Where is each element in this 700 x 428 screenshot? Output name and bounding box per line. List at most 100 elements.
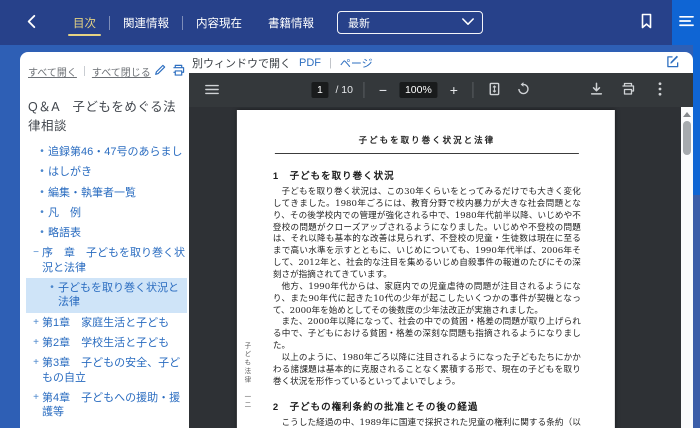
bullet-icon: •	[36, 186, 48, 199]
bullet-icon: •	[46, 281, 58, 294]
toolbar-separator	[363, 82, 364, 98]
paragraph: 他方、1990年代からは、家庭内での児童虐待の問題が注目されるようになり、また9…	[273, 282, 581, 318]
toc-section-intro-chapter[interactable]: − 序 章 子どもを取り巻く状況と法律	[26, 243, 187, 278]
hamburger-icon	[679, 15, 694, 30]
content-panel: すべて開く すべて閉じる Q＆A 子どもをめぐる法律相談 • 追録第46・47号…	[20, 52, 693, 428]
fit-page-icon	[489, 82, 501, 99]
page-total-label: / 10	[335, 84, 353, 96]
print-button[interactable]	[169, 63, 187, 79]
open-new-window-link[interactable]: 別ウィンドウで開く	[192, 55, 291, 71]
edition-dropdown[interactable]: 最新	[337, 11, 483, 34]
download-button[interactable]	[585, 79, 607, 101]
page-number-input[interactable]: 1	[311, 82, 328, 98]
zoom-in-button[interactable]: +	[445, 79, 463, 101]
toc-item-supplement[interactable]: • 追録第46・47号のあらまし	[26, 142, 187, 162]
pdf-link[interactable]: PDF	[299, 57, 321, 69]
tab-current-content[interactable]: 内容現在	[183, 0, 255, 45]
toc-item-conventions[interactable]: • 凡 例	[26, 203, 187, 223]
zoom-level-display[interactable]: 100%	[399, 82, 438, 98]
page-scrollbar[interactable]	[693, 45, 700, 428]
toc-item-preface[interactable]: • はしがき	[26, 162, 187, 182]
pdf-scrollbar[interactable]	[681, 107, 693, 428]
toc-item-label: 序 章 子どもを取り巻く状況と法律	[42, 246, 187, 275]
page-margin-label: 子ども法律 一二	[242, 342, 252, 410]
toc-item-label: 第2章 学校生活と子ども	[42, 336, 187, 350]
running-head: 子どもを取り巻く状況と法律	[273, 134, 581, 146]
link-separator: |	[329, 57, 332, 69]
pdf-canvas: 子ども法律 一二 子どもを取り巻く状況と法律 1 子どもを取り巻く状況 子どもを…	[189, 107, 693, 428]
bullet-icon: •	[36, 145, 48, 158]
page-scrollbar-thumb[interactable]	[693, 45, 700, 195]
back-button[interactable]	[16, 8, 46, 38]
expand-plus-icon[interactable]: +	[30, 316, 42, 329]
paragraph: こうした経過の中、1989年に国連で採択された児童の権利に関する条約（以下、「子…	[273, 418, 581, 428]
bullet-icon: •	[36, 206, 48, 219]
toc-item-label: 第1章 家庭生活と子ども	[42, 316, 187, 330]
tab-label: 目次	[73, 15, 96, 31]
expand-plus-icon[interactable]: +	[30, 336, 42, 349]
document-content: 子どもを取り巻く状況と法律 1 子どもを取り巻く状況 子どもを取り巻く状況は、こ…	[237, 110, 615, 428]
toc-section-chapter2[interactable]: + 第2章 学校生活と子ども	[26, 333, 187, 353]
edit-note-button[interactable]	[663, 54, 683, 72]
toc-item-editors[interactable]: • 編集・執筆者一覧	[26, 183, 187, 203]
bullet-icon: •	[36, 165, 48, 178]
page-link[interactable]: ページ	[340, 55, 373, 71]
expand-plus-icon[interactable]: +	[30, 391, 42, 404]
toc-sidebar: すべて開く すべて閉じる Q＆A 子どもをめぐる法律相談 • 追録第46・47号…	[20, 52, 189, 428]
fit-page-button[interactable]	[484, 79, 506, 101]
control-separator	[84, 66, 85, 76]
scroll-up-arrow[interactable]	[681, 109, 693, 119]
top-tabs: 目次 関連情報 内容現在 書籍情報	[60, 0, 327, 45]
kebab-menu-icon	[658, 82, 662, 99]
edit-button[interactable]	[151, 63, 169, 79]
paragraph: また、2000年以降になって、社会の中での貧困・格差の問題が取り上げられる中で、…	[273, 317, 581, 353]
rotate-ccw-icon	[517, 82, 531, 99]
chevron-left-icon	[25, 14, 38, 32]
hamburger-icon	[205, 83, 219, 98]
toc-item-label: 第4章 子どもへの援助・援護等	[42, 391, 187, 420]
tab-label: 内容現在	[196, 15, 242, 31]
paragraph: 以上のように、1980年ごろ以降に注目されるようになった子どもたちにかかわる諸課…	[273, 353, 581, 389]
bullet-icon: •	[36, 226, 48, 239]
pdf-viewer: 1 / 10 − 100% +	[189, 73, 693, 428]
chevron-down-icon	[462, 17, 474, 29]
download-icon	[590, 82, 603, 99]
toc-section-chapter4[interactable]: + 第4章 子どもへの援助・援護等	[26, 388, 187, 423]
toc-item-label: 略語表	[48, 226, 187, 240]
collapse-minus-icon[interactable]: −	[30, 246, 42, 259]
pdf-menu-button[interactable]	[201, 79, 223, 101]
toc-item-label: はしがき	[48, 165, 187, 179]
print-button-toolbar[interactable]	[617, 79, 639, 101]
section-heading-2: 2 子どもの権利条約の批准とその後の経過	[273, 399, 581, 413]
toolbar-separator	[473, 82, 474, 98]
toc-item-label: 追録第46・47号のあらまし	[48, 145, 187, 159]
collapse-all-link[interactable]: すべて閉じる	[92, 64, 151, 79]
toc-item-label: 編集・執筆者一覧	[48, 186, 187, 200]
pdf-scrollbar-thumb[interactable]	[683, 121, 691, 155]
toc-item-abbreviations[interactable]: • 略語表	[26, 223, 187, 243]
more-options-button[interactable]	[649, 79, 671, 101]
rotate-button[interactable]	[513, 79, 535, 101]
tab-toc[interactable]: 目次	[60, 0, 109, 45]
top-navigation-bar: 目次 関連情報 内容現在 書籍情報 最新	[0, 0, 700, 45]
zoom-out-button[interactable]: −	[374, 79, 392, 101]
expand-plus-icon[interactable]: +	[30, 356, 42, 369]
tab-book-info[interactable]: 書籍情報	[255, 0, 327, 45]
toc-controls: すべて開く すべて閉じる	[26, 63, 187, 79]
app-menu-button[interactable]	[672, 0, 700, 45]
tab-related-info[interactable]: 関連情報	[110, 0, 182, 45]
book-title: Q＆A 子どもをめぐる法律相談	[28, 96, 187, 134]
tab-label: 書籍情報	[268, 15, 314, 31]
document-viewer-area: 別ウィンドウで開く PDF | ページ 1 / 10	[189, 52, 693, 428]
bookmark-button[interactable]	[634, 11, 658, 35]
pencil-icon	[154, 64, 166, 79]
edition-dropdown-value: 最新	[348, 15, 370, 31]
toc-section-chapter3[interactable]: + 第3章 子どもの安全、子どもの自立	[26, 353, 187, 388]
bookmark-icon	[640, 13, 653, 32]
toc-item-current-selected[interactable]: • 子どもを取り巻く状況と法律	[26, 278, 187, 313]
pdf-page: 子ども法律 一二 子どもを取り巻く状況と法律 1 子どもを取り巻く状況 子どもを…	[237, 110, 615, 428]
toc-section-chapter1[interactable]: + 第1章 家庭生活と子ども	[26, 313, 187, 333]
pdf-page-controls: 1 / 10 − 100% +	[311, 73, 534, 107]
pdf-toolbar: 1 / 10 − 100% +	[189, 73, 693, 107]
expand-all-link[interactable]: すべて開く	[28, 64, 77, 79]
